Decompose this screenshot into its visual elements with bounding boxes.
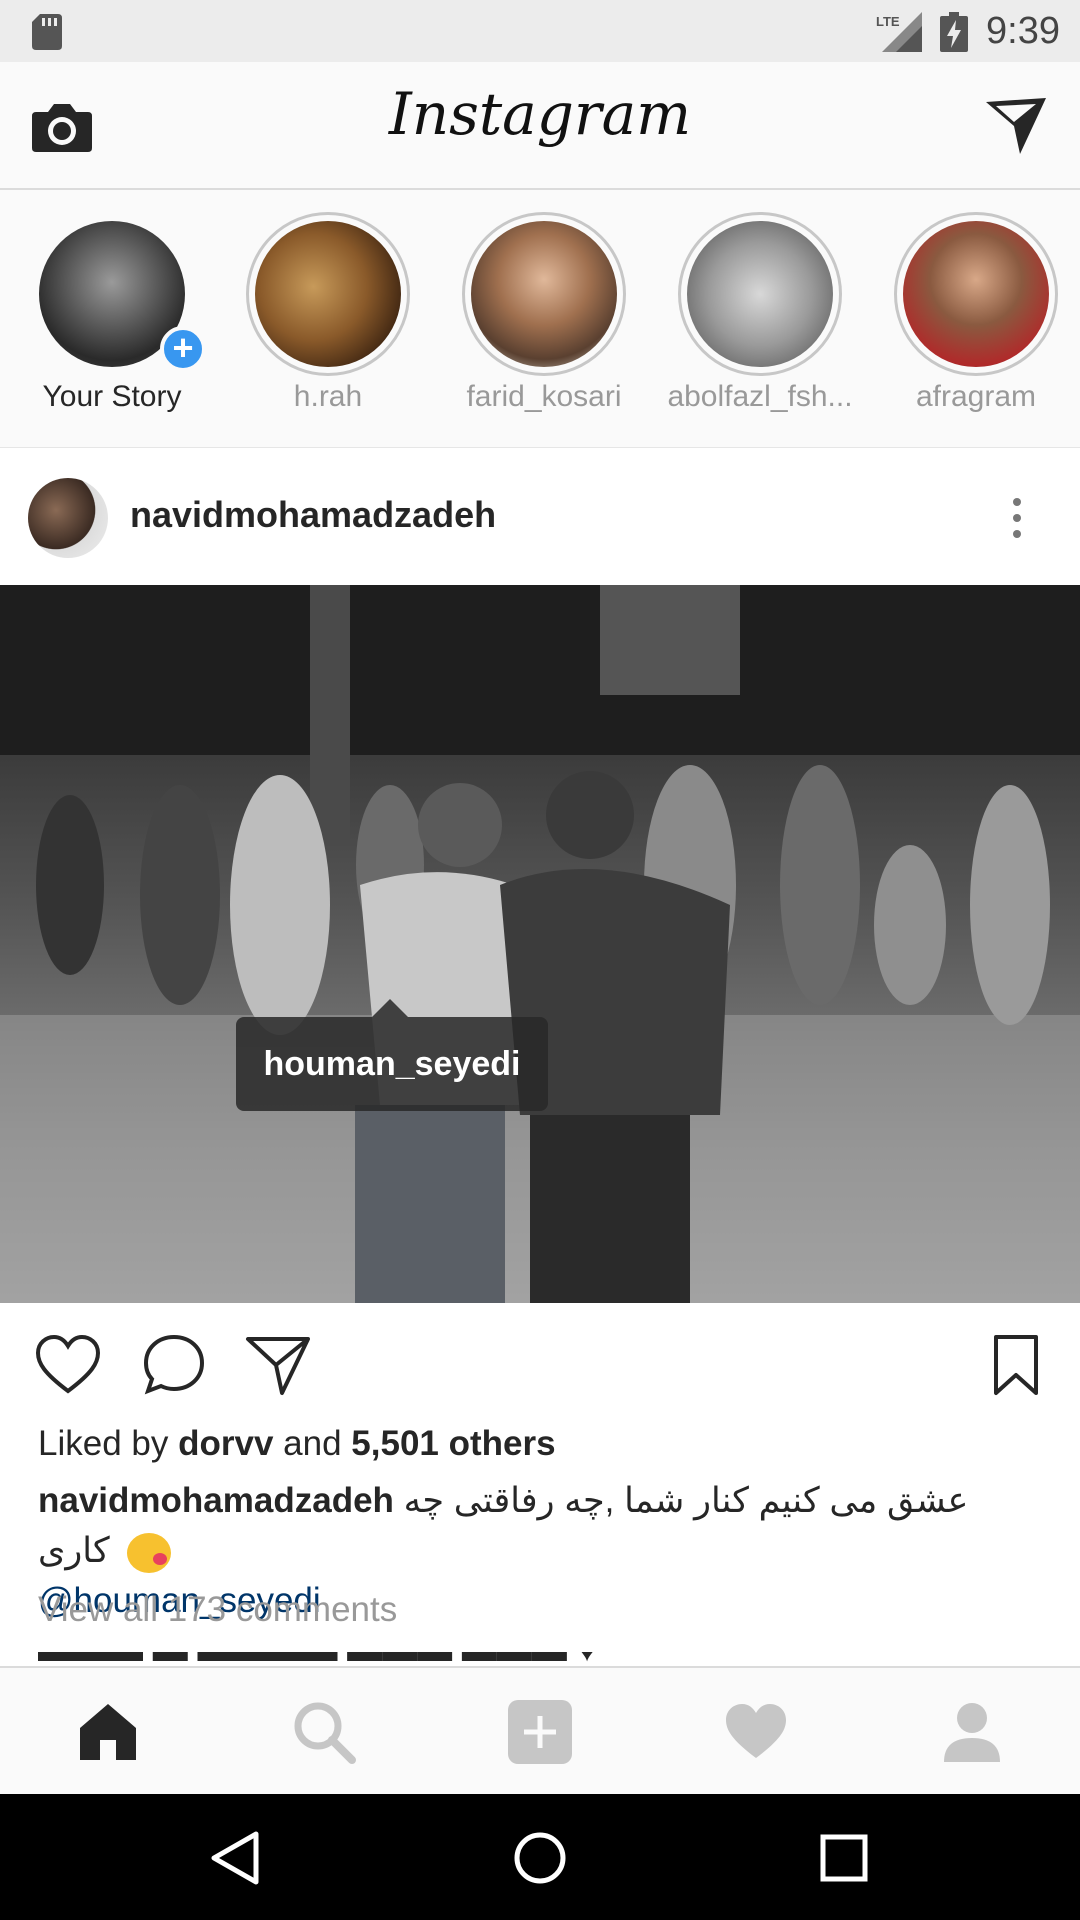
direct-send-icon[interactable] (984, 96, 1048, 156)
story-ring (246, 212, 410, 376)
story-abolfazl-fsh[interactable]: abolfazl_fsh... (660, 212, 860, 432)
system-navigation-bar (0, 1794, 1080, 1920)
avatar (255, 221, 401, 367)
comment-preview-cutoff: ▬▬▬ ▬ ▬▬▬▬ ▬▬▬ ▬▬▬ ♥ (38, 1652, 1038, 1666)
home-icon[interactable] (74, 1698, 142, 1766)
more-options-icon[interactable] (1000, 492, 1034, 542)
story-farid-kosari[interactable]: farid_kosari (444, 212, 644, 432)
recents-square-icon[interactable] (814, 1828, 874, 1888)
story-h-rah[interactable]: h.rah (228, 212, 428, 432)
share-icon[interactable] (244, 1333, 312, 1397)
post-actions (0, 1303, 1080, 1423)
top-app-bar: Instagram (0, 62, 1080, 190)
likes-summary[interactable]: Liked by dorvv and 5,501 others (38, 1424, 556, 1464)
likes-joiner: and (283, 1424, 342, 1463)
status-bar: LTE 9:39 (0, 0, 1080, 62)
save-bookmark-icon[interactable] (988, 1333, 1044, 1397)
caption-username[interactable]: navidmohamadzadeh (38, 1481, 394, 1520)
likes-others[interactable]: 5,501 others (351, 1424, 555, 1463)
story-afragram[interactable]: afragram (876, 212, 1076, 432)
likes-prefix: Liked by (38, 1424, 169, 1463)
story-label: Your Story (42, 380, 182, 413)
comment-icon[interactable] (140, 1333, 208, 1397)
story-label: farid_kosari (466, 380, 622, 413)
lte-signal-icon: LTE (876, 12, 922, 52)
post-photo[interactable]: houman_seyedi (0, 585, 1080, 1303)
avatar (687, 221, 833, 367)
add-story-icon[interactable]: + (160, 326, 206, 372)
story-label: h.rah (293, 380, 363, 413)
post-author-username[interactable]: navidmohamadzadeh (130, 494, 496, 536)
story-label: abolfazl_fsh... (667, 380, 853, 413)
story-ring (678, 212, 842, 376)
story-your-story[interactable]: + Your Story (12, 212, 212, 432)
avatar (471, 221, 617, 367)
status-time: 9:39 (986, 10, 1060, 52)
story-ring (462, 212, 626, 376)
photo-user-tag[interactable]: houman_seyedi (236, 999, 548, 1111)
profile-icon[interactable] (938, 1698, 1006, 1766)
svg-text:LTE: LTE (876, 14, 900, 29)
battery-charging-icon (940, 12, 968, 52)
story-label: afragram (915, 380, 1037, 413)
story-ring (894, 212, 1058, 376)
bottom-navigation (0, 1666, 1080, 1794)
search-icon[interactable] (290, 1698, 358, 1766)
view-all-comments-link[interactable]: View all 173 comments (38, 1590, 397, 1630)
stories-tray: + Your Story h.rah farid_kosari abolfazl… (0, 190, 1080, 448)
instagram-logo: Instagram (388, 80, 692, 148)
kissing-face-emoji-icon (127, 1532, 172, 1573)
activity-heart-icon[interactable] (722, 1698, 790, 1766)
sd-card-icon (32, 14, 62, 50)
back-icon[interactable] (206, 1828, 266, 1888)
home-circle-icon[interactable] (510, 1828, 570, 1888)
photo-scene (0, 585, 1080, 1303)
post-author-avatar[interactable] (28, 478, 108, 558)
like-icon[interactable] (34, 1333, 102, 1397)
likes-user[interactable]: dorvv (178, 1424, 273, 1463)
add-post-icon[interactable] (506, 1698, 574, 1766)
post-header: navidmohamadzadeh (0, 448, 1080, 585)
avatar (903, 221, 1049, 367)
